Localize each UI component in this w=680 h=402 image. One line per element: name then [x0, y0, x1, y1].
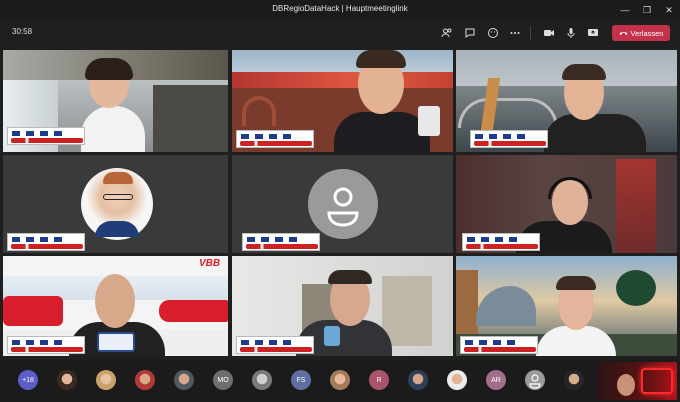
participant-thumbnail[interactable] [57, 370, 77, 390]
camera-icon[interactable] [540, 24, 558, 42]
participant-hair [356, 50, 406, 68]
participant-video-tile[interactable] [456, 256, 677, 356]
more-icon[interactable] [506, 24, 524, 42]
title-bar: DBRegioDataHack | Hauptmeetinglink — ❐ ✕ [0, 0, 680, 20]
participant-initials[interactable]: MO [213, 370, 233, 390]
reactions-icon[interactable] [484, 24, 502, 42]
participant-initials[interactable]: FS [291, 370, 311, 390]
people-icon[interactable] [438, 24, 456, 42]
chat-icon[interactable] [461, 24, 479, 42]
participant-initials[interactable]: R [369, 370, 389, 390]
mug [418, 106, 440, 136]
participant-thumbnail[interactable] [564, 370, 584, 390]
participant-thumbnail[interactable] [252, 370, 272, 390]
window-title: DBRegioDataHack | Hauptmeetinglink [272, 4, 408, 13]
participant-hair [103, 172, 133, 184]
participant-initials[interactable]: AR [486, 370, 506, 390]
name-banner [460, 336, 538, 354]
participant-hair [85, 58, 133, 80]
minimize-icon[interactable]: — [614, 0, 636, 20]
participant-thumbnail[interactable] [135, 370, 155, 390]
participant-avatar-tile[interactable] [3, 155, 228, 253]
db-logo [641, 368, 673, 394]
mic-icon[interactable] [562, 24, 580, 42]
participant-strip: +18 MO FS R AR [0, 360, 680, 402]
participant-face [95, 274, 135, 328]
name-banner [7, 127, 85, 145]
participant-video-tile[interactable]: VBB [3, 256, 228, 356]
participant-hair [556, 276, 596, 290]
participant-video-tile[interactable] [232, 50, 453, 152]
self-preview-video[interactable] [597, 362, 677, 400]
close-icon[interactable]: ✕ [658, 0, 680, 20]
headset [548, 177, 592, 199]
participant-video-tile[interactable] [456, 50, 677, 152]
default-avatar-icon[interactable] [525, 370, 545, 390]
meeting-toolbar: 30:58 [0, 20, 680, 46]
participant-person [334, 112, 430, 152]
participant-thumbnail[interactable] [447, 370, 467, 390]
participant-person [536, 326, 616, 356]
name-banner [236, 336, 314, 354]
leave-button[interactable]: Verlassen [612, 25, 670, 41]
participant-person [544, 114, 646, 152]
overflow-participants-button[interactable]: +18 [18, 370, 38, 390]
name-banner [7, 233, 85, 251]
leave-label: Verlassen [630, 28, 664, 38]
participant-video-tile[interactable] [3, 50, 228, 152]
phone-hangup-icon [619, 32, 628, 35]
default-avatar-icon [308, 169, 378, 239]
participant-face [617, 374, 635, 396]
name-banner [242, 233, 320, 251]
participant-video-tile[interactable] [232, 256, 453, 356]
participant-placeholder-tile[interactable] [232, 155, 453, 253]
name-banner [462, 233, 540, 251]
participant-person [81, 106, 145, 152]
participant-thumbnail[interactable] [96, 370, 116, 390]
participant-thumbnail[interactable] [174, 370, 194, 390]
mug [97, 332, 135, 352]
name-banner [470, 130, 548, 148]
participant-shirt [95, 221, 139, 237]
participant-video-tile[interactable] [456, 155, 677, 253]
share-icon[interactable] [584, 24, 602, 42]
name-banner [236, 130, 314, 148]
name-banner [7, 336, 85, 354]
meeting-timer: 30:58 [12, 27, 33, 36]
participant-thumbnail[interactable] [408, 370, 428, 390]
participant-thumbnail[interactable] [330, 370, 350, 390]
participant-hair [562, 64, 606, 80]
glasses [103, 194, 133, 200]
participant-hair [328, 270, 372, 284]
maximize-icon[interactable]: ❐ [636, 0, 658, 20]
vbb-logo: VBB [199, 258, 221, 269]
mug [324, 326, 340, 346]
